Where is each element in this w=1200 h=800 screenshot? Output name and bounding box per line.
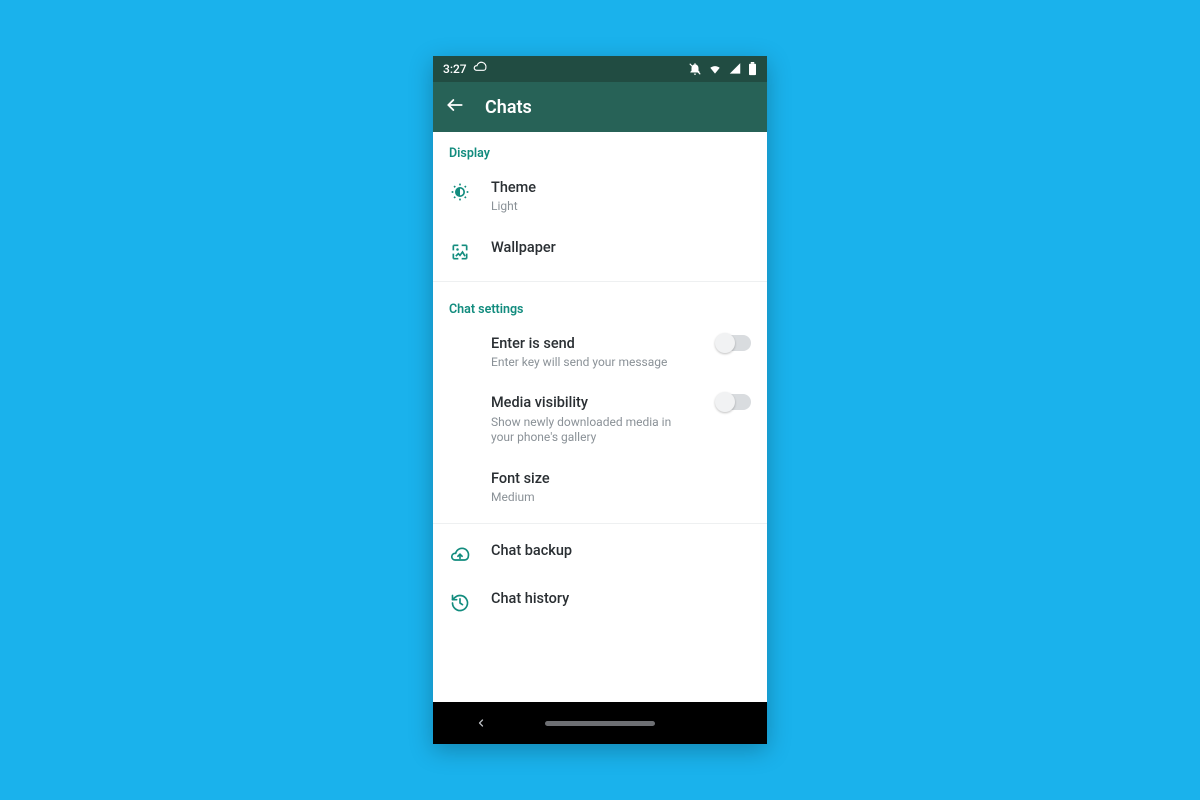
app-bar: Chats <box>433 82 767 132</box>
item-title: Enter is send <box>491 335 695 353</box>
notifications-off-icon <box>688 62 702 76</box>
status-bar: 3:27 <box>433 56 767 82</box>
cloud-upload-icon <box>449 544 471 566</box>
android-nav-bar <box>433 702 767 744</box>
wallpaper-icon <box>449 241 471 263</box>
item-subtitle: Enter key will send your message <box>491 355 681 371</box>
item-title: Wallpaper <box>491 239 751 257</box>
wifi-icon <box>708 62 722 76</box>
item-title: Font size <box>491 470 751 488</box>
theme-icon <box>449 181 471 203</box>
item-chat-history[interactable]: Chat history <box>433 578 767 626</box>
nav-home-pill[interactable] <box>545 721 655 726</box>
item-subtitle: Light <box>491 199 681 215</box>
history-icon <box>449 592 471 614</box>
item-theme[interactable]: Theme Light <box>433 167 767 227</box>
nav-back-icon[interactable] <box>475 717 487 729</box>
cloud-icon <box>473 61 487 78</box>
divider <box>433 281 767 282</box>
item-wallpaper[interactable]: Wallpaper <box>433 227 767 275</box>
phone-frame: 3:27 Chats Display <box>433 56 767 744</box>
item-enter-is-send[interactable]: Enter is send Enter key will send your m… <box>433 323 767 383</box>
section-header-display: Display <box>433 132 767 167</box>
item-chat-backup[interactable]: Chat backup <box>433 530 767 578</box>
item-subtitle: Show newly downloaded media in your phon… <box>491 415 681 446</box>
status-time: 3:27 <box>443 62 467 76</box>
signal-icon <box>728 62 742 76</box>
divider <box>433 523 767 524</box>
battery-icon <box>748 62 757 76</box>
settings-content: Display Theme Light Wallpaper Chat setti… <box>433 132 767 702</box>
section-header-chat-settings: Chat settings <box>433 288 767 323</box>
item-media-visibility[interactable]: Media visibility Show newly downloaded m… <box>433 382 767 457</box>
status-right <box>688 62 757 76</box>
item-title: Chat history <box>491 590 751 608</box>
item-title: Theme <box>491 179 751 197</box>
item-subtitle: Medium <box>491 490 681 506</box>
toggle-media-visibility[interactable] <box>717 394 751 410</box>
item-font-size[interactable]: Font size Medium <box>433 458 767 518</box>
item-title: Chat backup <box>491 542 751 560</box>
item-title: Media visibility <box>491 394 695 412</box>
toggle-enter-is-send[interactable] <box>717 335 751 351</box>
status-left: 3:27 <box>443 61 487 78</box>
back-icon[interactable] <box>445 95 465 119</box>
page-title: Chats <box>485 97 532 118</box>
